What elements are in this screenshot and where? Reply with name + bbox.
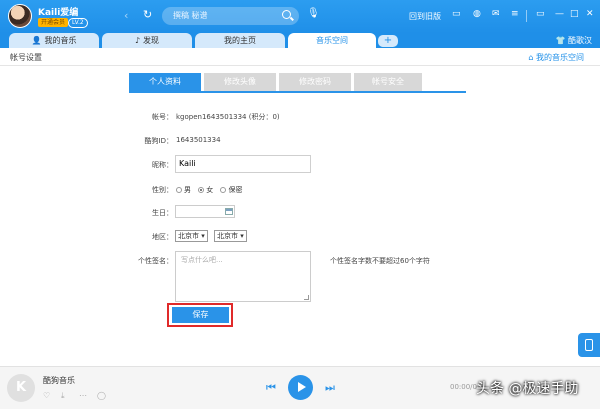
tab-change-avatar[interactable]: 修改头像 <box>204 73 276 91</box>
theme-icon[interactable]: ◍ <box>473 9 481 19</box>
gender-option-label: 女 <box>206 186 214 194</box>
old-version-link[interactable]: 回到旧版 <box>409 11 441 22</box>
tab-label: 发现 <box>143 36 160 45</box>
region-label: 地区： <box>152 233 173 241</box>
gender-option-female[interactable]: 女 <box>198 186 213 194</box>
close-icon[interactable]: ✕ <box>586 9 594 19</box>
refresh-icon[interactable]: ↻ <box>143 8 152 21</box>
user-icon: 👤 <box>31 36 42 45</box>
gender-option-label: 保密 <box>228 186 243 194</box>
province-value: 北京市 <box>178 232 199 240</box>
username[interactable]: Kaili爱编 <box>38 5 78 18</box>
account-settings-panel: 个人资料 修改头像 修改密码 帐号安全 帐号： kgopen1643501334… <box>0 67 600 365</box>
nickname-label: 昵称： <box>152 161 173 169</box>
search-placeholder: 撰稿 秘谱 <box>173 11 208 20</box>
song-title: 酷狗音乐 <box>43 376 75 385</box>
signature-hint: 个性签名字数不要超过60个字符 <box>330 257 430 265</box>
tab-label: 我的音乐 <box>44 36 77 45</box>
my-space-label: 我的音乐空间 <box>536 53 584 62</box>
download-icon[interactable]: ⤓ <box>61 391 65 401</box>
minimize-icon[interactable]: — <box>555 9 564 19</box>
kugou-id-value: 1643501334 <box>176 136 221 144</box>
signature-label: 个性签名： <box>138 257 173 265</box>
avatar[interactable] <box>8 4 32 28</box>
mobile-icon[interactable] <box>578 333 600 357</box>
tab-label: 我的主页 <box>224 36 256 45</box>
resize-handle-icon[interactable] <box>304 295 309 300</box>
radio-icon <box>220 187 227 193</box>
heart-icon[interactable]: ♡ <box>43 391 50 400</box>
tab-bar: 👤 我的音乐 ♪ 发现 我的主页 音乐空间 + 👕 酷歌汉 <box>0 33 600 48</box>
my-music-space-link[interactable]: ⌂ 我的音乐空间 <box>528 52 584 63</box>
account-value: kgopen1643501334 (积分：0) <box>176 113 280 121</box>
tab-profile[interactable]: 个人资料 <box>129 73 201 91</box>
birthday-input[interactable] <box>175 205 235 218</box>
gender-label: 性别： <box>152 186 173 194</box>
province-select[interactable]: 北京市 ▾ <box>175 230 208 242</box>
divider <box>526 10 527 22</box>
save-button[interactable]: 保存 <box>172 307 229 323</box>
radio-checked-icon <box>198 187 205 193</box>
tab-account-security[interactable]: 帐号安全 <box>354 73 422 91</box>
tab-discover[interactable]: ♪ 发现 <box>102 33 192 48</box>
calendar-icon[interactable] <box>225 208 233 215</box>
mini-mode-icon[interactable]: ▭ <box>536 9 545 19</box>
title-bar: Kaili爱编 开通会员 LV.2 ‹ ↻ 撰稿 秘谱 🎙 回到旧版 ▭ ◍ ✉… <box>0 0 600 33</box>
gender-option-male[interactable]: 男 <box>176 186 191 194</box>
mic-icon[interactable]: 🎙 <box>307 8 320 19</box>
signature-textarea[interactable]: 写点什么吧... <box>175 251 311 302</box>
tab-underline <box>129 91 466 93</box>
skin-label: 酷歌汉 <box>568 36 592 45</box>
more-icon[interactable]: ⋯ <box>79 391 87 400</box>
watermark: 头条 @极速手助 <box>476 381 579 397</box>
radio-icon <box>176 187 182 193</box>
search-icon[interactable] <box>282 10 291 19</box>
tab-my-homepage[interactable]: 我的主页 <box>195 33 285 48</box>
search-input[interactable]: 撰稿 秘谱 <box>162 7 299 25</box>
kugou-logo: K <box>7 374 35 402</box>
gender-option-secret[interactable]: 保密 <box>220 186 242 194</box>
comment-icon[interactable]: ◯ <box>97 391 106 400</box>
next-icon[interactable]: ⏭ <box>325 381 335 395</box>
play-button[interactable] <box>288 375 313 400</box>
level-badge: LV.2 <box>68 18 88 28</box>
previous-icon[interactable]: ⏮ <box>266 381 276 395</box>
gender-option-label: 男 <box>184 186 191 194</box>
playback-time: 00:00/0 <box>450 383 477 391</box>
back-icon[interactable]: ‹ <box>124 9 128 22</box>
account-label: 帐号： <box>152 113 173 121</box>
nickname-input[interactable]: Kaili <box>175 155 311 173</box>
tab-change-password[interactable]: 修改密码 <box>279 73 351 91</box>
shirt-icon[interactable]: ▭ <box>452 9 461 19</box>
tab-music-space[interactable]: 音乐空间 <box>288 33 376 48</box>
skin-button[interactable]: 👕 酷歌汉 <box>555 34 592 47</box>
music-note-icon: ♪ <box>134 36 141 45</box>
signature-placeholder: 写点什么吧... <box>181 256 223 264</box>
vip-badge[interactable]: 开通会员 <box>38 18 69 27</box>
city-value: 北京市 <box>217 232 238 240</box>
menu-icon[interactable]: ≡ <box>511 9 519 19</box>
birthday-label: 生日： <box>152 209 173 217</box>
tab-label: 音乐空间 <box>316 36 348 45</box>
gender-radio-group: 男 女 保密 <box>176 185 247 195</box>
kugou-id-label: 酷狗ID： <box>144 137 173 145</box>
add-tab-button[interactable]: + <box>378 35 398 47</box>
tab-my-music[interactable]: 👤 我的音乐 <box>9 33 99 48</box>
page-title: 帐号设置 <box>10 53 42 62</box>
mail-icon[interactable]: ✉ <box>492 9 500 19</box>
maximize-icon[interactable]: □ <box>570 9 579 19</box>
city-select[interactable]: 北京市 ▾ <box>214 230 247 242</box>
sub-header: 帐号设置 ⌂ 我的音乐空间 <box>0 48 600 66</box>
